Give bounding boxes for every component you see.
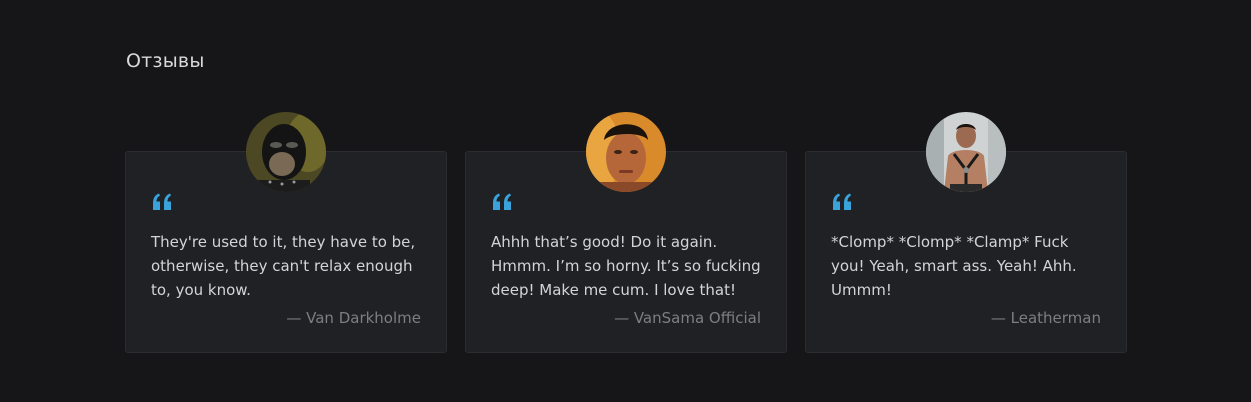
quote-open-icon [833,193,851,210]
testimonial-list: They're used to it, they have to be, oth… [125,112,1127,353]
testimonial-quote: *Clomp* *Clomp* *Clamp* Fuck you! Yeah, … [831,233,1077,299]
avatar [926,112,1006,192]
testimonial-quote: They're used to it, they have to be, oth… [151,233,416,299]
testimonial-quote: Ahhh that’s good! Do it again. Hmmm. I’m… [491,233,761,299]
testimonials-section: Отзывы They're used to it, they have to … [0,0,1251,402]
testimonial-author: — Van Darkholme [286,309,421,327]
testimonial-card: *Clomp* *Clomp* *Clamp* Fuck you! Yeah, … [805,112,1127,353]
quote-open-icon [153,193,171,210]
avatar [586,112,666,192]
avatar [246,112,326,192]
testimonial-author: — VanSama Official [614,309,761,327]
quote-open-icon [493,193,511,210]
testimonial-author: — Leatherman [990,309,1101,327]
section-title: Отзывы [126,50,205,72]
testimonial-card: They're used to it, they have to be, oth… [125,112,447,353]
testimonial-card: Ahhh that’s good! Do it again. Hmmm. I’m… [465,112,787,353]
